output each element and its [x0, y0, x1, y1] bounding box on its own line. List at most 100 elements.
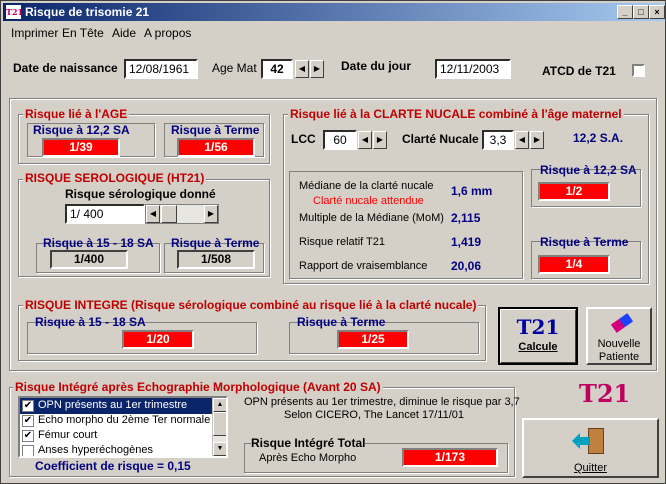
- list-item[interactable]: ✔ Echo morpho du 2ème Ter normale: [20, 413, 212, 429]
- menu-en-tete[interactable]: En Tête: [62, 26, 104, 40]
- clarte-decrease-button[interactable]: ◀: [515, 131, 529, 149]
- window-title: Risque de trisomie 21: [25, 5, 150, 19]
- list-item-label: Anses hyperéchogènes: [38, 444, 153, 456]
- exit-door-icon: [572, 428, 606, 454]
- int-term-label: Risque à Terme: [297, 315, 386, 329]
- checkbox-checked-icon[interactable]: ✔: [22, 430, 34, 442]
- total-sub-label: Après Echo Morpho: [259, 452, 357, 464]
- new-patient-label-1: Nouvelle: [597, 338, 641, 350]
- rr-value: 1,419: [451, 235, 482, 249]
- minimize-button[interactable]: _: [617, 5, 633, 19]
- scroll-left-button[interactable]: ◀: [146, 205, 160, 223]
- nucal-term-label: Risque à Terme: [540, 235, 629, 249]
- t21-logo: T21: [579, 379, 631, 408]
- close-button[interactable]: ×: [649, 5, 665, 19]
- echo-checklist[interactable]: ✔ OPN présents au 1er trimestre ✔ Echo m…: [18, 396, 228, 458]
- lcc-decrease-button[interactable]: ◀: [358, 131, 372, 149]
- menu-imprimer[interactable]: Imprimer: [11, 26, 58, 40]
- arrow-up-icon: ▲: [216, 401, 224, 408]
- nucal-sa-risk-value: 1/2: [538, 182, 610, 201]
- date-input[interactable]: 12/11/2003: [435, 59, 511, 79]
- checkbox-checked-icon[interactable]: ✔: [22, 415, 34, 427]
- serologic-given-input[interactable]: 1/ 400: [65, 204, 145, 224]
- dob-input[interactable]: 12/08/1961: [124, 59, 198, 79]
- scroll-up-button[interactable]: ▲: [213, 398, 226, 412]
- checkbox-unchecked-icon[interactable]: [22, 445, 34, 456]
- atcd-label: ATCD de T21: [542, 64, 616, 78]
- rv-value: 20,06: [451, 259, 482, 273]
- ser-term-label: Risque à Terme: [171, 236, 260, 250]
- list-item-label: Echo morpho du 2ème Ter normale: [38, 414, 211, 426]
- scroll-down-button[interactable]: ▼: [213, 442, 226, 456]
- list-item-label: Fémur court: [38, 429, 98, 441]
- list-item[interactable]: ✔ Fémur court: [20, 428, 212, 444]
- int-sa-value: 1/20: [122, 330, 194, 349]
- title-bar: T21 Risque de trisomie 21 _ □ ×: [3, 3, 665, 21]
- nucal-term-value: 1/4: [538, 255, 610, 274]
- ser-sa-label: Risque à 15 - 18 SA: [43, 236, 154, 250]
- quit-button[interactable]: Quitter: [522, 418, 659, 478]
- mom-value: 2,115: [451, 211, 481, 225]
- calcule-button[interactable]: T21 Calcule: [498, 307, 578, 365]
- list-item[interactable]: Anses hyperéchogènes: [20, 443, 212, 456]
- echo-note-2: Selon CICERO, The Lancet 17/11/01: [284, 409, 464, 421]
- menu-aide[interactable]: Aide: [112, 26, 136, 40]
- dob-label: Date de naissance: [13, 61, 118, 75]
- age-sa-label: Risque à 12,2 SA: [33, 123, 130, 137]
- arrow-right-icon: ▶: [376, 135, 384, 144]
- lcc-increase-button[interactable]: ▶: [373, 131, 387, 149]
- rv-label: Rapport de vraisemblance: [299, 260, 428, 272]
- age-term-label: Risque à Terme: [171, 123, 260, 137]
- scroll-thumb[interactable]: [161, 205, 177, 223]
- int-term-value: 1/25: [337, 330, 409, 349]
- app-icon: T21: [6, 5, 24, 19]
- main-window: T21 Risque de trisomie 21 _ □ × Imprimer…: [0, 0, 666, 484]
- serologic-given-label: Risque sérologique donné: [65, 187, 216, 201]
- age-label: Age Mat: [212, 61, 257, 75]
- atcd-checkbox[interactable]: [632, 64, 645, 77]
- serologic-title: RISQUE SEROLOGIQUE (HT21): [23, 171, 207, 185]
- age-sa-value: 1/39: [42, 138, 120, 157]
- median-value: 1,6 mm: [451, 184, 493, 198]
- scroll-right-button[interactable]: ▶: [204, 205, 218, 223]
- age-input[interactable]: 42: [261, 59, 293, 79]
- t21-calc-icon: T21: [516, 315, 560, 339]
- date-label: Date du jour: [341, 59, 412, 73]
- lcc-label: LCC: [291, 132, 316, 146]
- eraser-icon: [610, 313, 634, 333]
- arrow-right-icon: ▶: [313, 64, 321, 73]
- median-sub-label: Clarté nucale attendue: [313, 195, 424, 207]
- nucal-title: Risque lié à la CLARTE NUCALE combiné à …: [288, 107, 624, 121]
- clarte-increase-button[interactable]: ▶: [530, 131, 544, 149]
- serologic-scrollbar[interactable]: ◀ ▶: [145, 204, 219, 224]
- maximize-button[interactable]: □: [633, 5, 649, 19]
- total-value: 1/173: [402, 448, 498, 467]
- checklist-scrollbar[interactable]: ▲ ▼: [212, 398, 226, 456]
- arrow-left-icon: ◀: [518, 135, 526, 144]
- arrow-right-icon: ▶: [207, 209, 215, 218]
- checkbox-checked-icon[interactable]: ✔: [22, 400, 34, 412]
- menu-a-propos[interactable]: A propos: [144, 26, 191, 40]
- new-patient-label-2: Patiente: [598, 351, 640, 363]
- integrated-title: RISQUE INTEGRE (Risque sérologique combi…: [23, 298, 479, 312]
- arrow-left-icon: ◀: [361, 135, 369, 144]
- age-decrease-button[interactable]: ◀: [295, 60, 309, 78]
- arrow-right-icon: ▶: [533, 135, 541, 144]
- nucal-sa-text: 12,2 S.A.: [573, 131, 624, 145]
- arrow-left-icon: ◀: [149, 209, 157, 218]
- list-item[interactable]: ✔ OPN présents au 1er trimestre: [20, 398, 212, 414]
- clarte-input[interactable]: 3,3: [482, 130, 514, 150]
- arrow-left-icon: ◀: [298, 64, 306, 73]
- calcule-label: Calcule: [518, 341, 558, 353]
- int-sa-label: Risque à 15 - 18 SA: [35, 315, 146, 329]
- lcc-input[interactable]: 60: [323, 130, 357, 150]
- total-label: Risque Intégré Total: [251, 436, 366, 450]
- arrow-down-icon: ▼: [216, 445, 224, 452]
- age-increase-button[interactable]: ▶: [310, 60, 324, 78]
- age-risk-title: Risque lié à l'AGE: [23, 107, 130, 121]
- age-term-value: 1/56: [177, 138, 255, 157]
- ser-sa-value: 1/400: [50, 250, 128, 269]
- new-patient-button[interactable]: Nouvelle Patiente: [586, 307, 652, 365]
- scroll-thumb[interactable]: [213, 412, 226, 436]
- coef-label: Coefficient de risque = 0,15: [35, 459, 191, 473]
